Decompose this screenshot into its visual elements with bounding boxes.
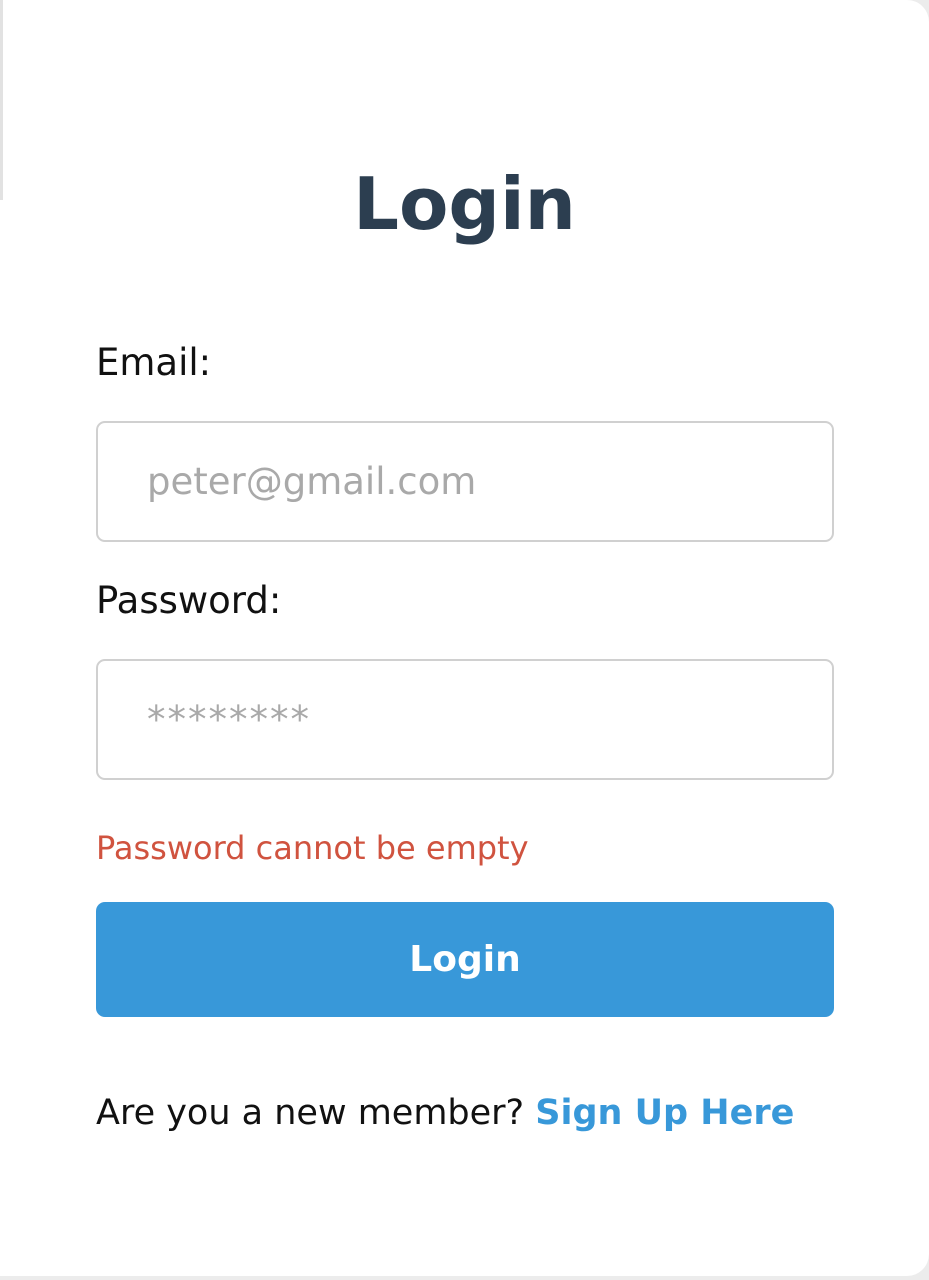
signup-link[interactable]: Sign Up Here <box>535 1093 794 1133</box>
signup-prompt: Are you a new member? <box>96 1093 525 1133</box>
login-card: Login Email: Password: Password cannot b… <box>0 0 929 1276</box>
password-label: Password: <box>96 579 282 622</box>
password-field[interactable] <box>96 659 834 780</box>
signup-prompt-line: Are you a new member? Sign Up Here <box>96 1089 794 1137</box>
email-field[interactable] <box>96 421 834 542</box>
email-label: Email: <box>96 341 212 384</box>
page-title: Login <box>353 162 576 246</box>
error-message: Password cannot be empty <box>96 829 529 867</box>
login-button[interactable]: Login <box>96 902 834 1017</box>
